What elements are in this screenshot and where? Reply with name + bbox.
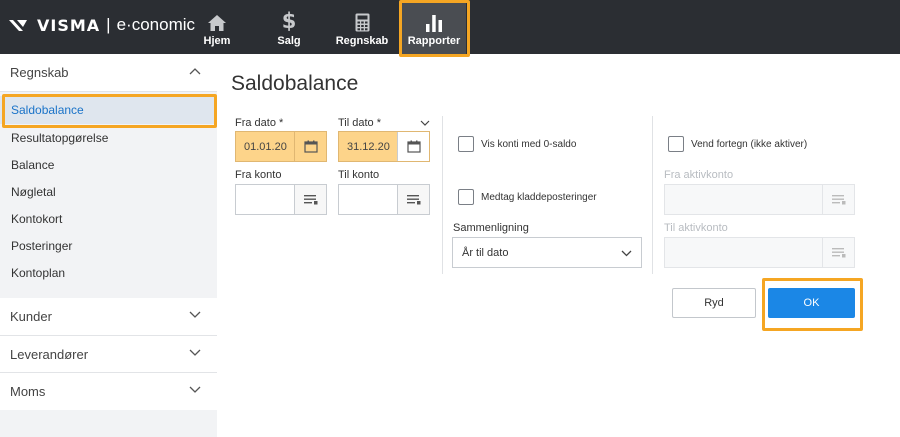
visma-logo-icon [9,20,27,31]
sidebar-section-label: Moms [10,384,46,399]
brand-name: VISMA [37,15,101,35]
nav-salg[interactable]: $ Salg [270,0,308,54]
chevron-up-icon [189,68,201,75]
sidebar-item-kontoplan[interactable]: Kontoplan [0,259,217,286]
ok-button[interactable]: OK [768,288,855,318]
vis-konti-0-saldo-label: Vis konti med 0-saldo [481,139,577,150]
chevron-down-icon [189,311,201,318]
sidebar-section-label: Regnskab [10,65,69,80]
sidebar-item-noegletal[interactable]: Nøgletal [0,178,217,205]
sidebar-item-label: Resultatopgørelse [11,130,109,145]
medtag-kladdeposteringer-checkbox[interactable] [458,189,474,205]
home-icon [207,8,227,32]
calculator-icon [355,8,370,32]
nav-regnskab-label: Regnskab [335,35,389,47]
list-lookup-icon [822,185,854,214]
brand-separator: | [106,15,111,34]
sidebar-section-regnskab[interactable]: Regnskab [0,54,217,91]
fra-konto-field[interactable] [235,184,327,215]
sidebar-section-label: Kunder [10,309,52,324]
sidebar-item-label: Kontoplan [11,265,66,280]
sidebar: Regnskab Saldobalance Resultatopgørelse … [0,54,217,437]
medtag-kladdeposteringer-label: Medtag kladdeposteringer [481,192,597,203]
list-lookup-icon[interactable] [294,185,326,214]
chevron-down-icon [189,349,201,356]
divider [0,91,217,92]
til-dato-value: 31.12.20 [347,141,390,153]
nav-rapporter-label: Rapporter [407,35,461,47]
sidebar-item-label: Balance [11,157,55,172]
list-lookup-icon[interactable] [397,185,429,214]
sidebar-item-resultatopgorelse[interactable]: Resultatopgørelse [0,124,217,151]
fra-dato-field[interactable]: 01.01.20 [235,131,327,162]
list-lookup-icon [822,238,854,267]
til-dato-field[interactable]: 31.12.20 [338,131,430,162]
chevron-down-icon [189,386,201,393]
top-navigation-bar: VISMA | e·conomic Hjem $ Salg Regnskab R… [0,0,900,54]
sidebar-item-posteringer[interactable]: Posteringer [0,232,217,259]
chevron-down-icon [621,250,632,257]
til-aktivkonto-field [664,237,855,268]
sidebar-item-label: Kontokort [11,211,63,226]
sidebar-section-leverandorer[interactable]: Leverandører [0,336,217,373]
sidebar-section-moms[interactable]: Moms [0,373,217,410]
sidebar-item-kontokort[interactable]: Kontokort [0,205,217,232]
ryd-button[interactable]: Ryd [672,288,756,318]
bar-chart-icon [424,8,444,32]
sidebar-section-label: Leverandører [10,347,89,362]
sidebar-item-label: Nøgletal [11,184,56,199]
sidebar-item-label: Saldobalance [11,103,84,117]
fra-konto-label: Fra konto [235,169,282,181]
nav-regnskab[interactable]: Regnskab [334,0,390,54]
til-dato-label: Til dato * [338,117,382,129]
vend-fortegn-checkbox[interactable] [668,136,684,152]
fra-aktivkonto-label: Fra aktivkonto [664,169,734,181]
nav-salg-label: Salg [277,35,301,47]
nav-rapporter[interactable]: Rapporter [402,0,466,54]
calendar-icon[interactable] [294,132,326,161]
dollar-icon: $ [281,9,297,33]
sammenligning-value: År til dato [462,247,509,259]
sidebar-item-saldobalance[interactable]: Saldobalance [0,96,217,124]
brand-app-name: e·conomic [116,15,196,34]
fra-dato-label: Fra dato * [235,117,284,129]
calendar-icon[interactable] [397,132,429,161]
vend-fortegn-label: Vend fortegn (ikke aktiver) [691,139,808,150]
fra-aktivkonto-field [664,184,855,215]
til-konto-field[interactable] [338,184,430,215]
fra-dato-value: 01.01.20 [244,141,287,153]
sammenligning-label: Sammenligning [453,222,529,234]
column-divider [652,116,653,274]
chevron-down-icon[interactable] [420,120,430,126]
sammenligning-select[interactable]: År til dato [452,237,642,268]
brand-logo[interactable]: VISMA | e·conomic [9,14,195,36]
sidebar-section-kunder[interactable]: Kunder [0,298,217,335]
til-konto-label: Til konto [338,169,380,181]
sidebar-item-label: Posteringer [11,238,73,253]
page-title: Saldobalance [231,72,359,95]
sidebar-item-balance[interactable]: Balance [0,151,217,178]
nav-hjem-label: Hjem [203,35,231,47]
nav-hjem[interactable]: Hjem [198,0,236,54]
column-divider [442,116,443,274]
til-aktivkonto-label: Til aktivkonto [664,222,728,234]
vis-konti-0-saldo-checkbox[interactable] [458,136,474,152]
